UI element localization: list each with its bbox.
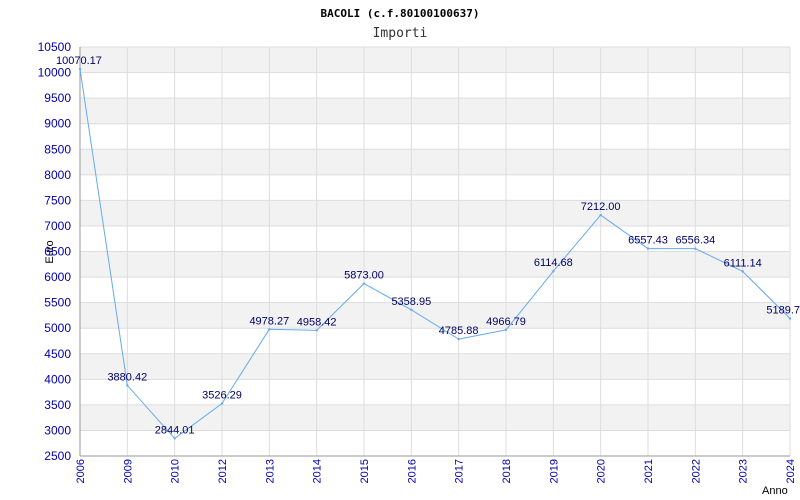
data-label: 5189.7 xyxy=(766,304,800,316)
x-tick-label: 2019 xyxy=(548,459,560,483)
data-point xyxy=(599,213,602,217)
data-label: 6557.43 xyxy=(628,235,668,247)
x-tick-label: 2017 xyxy=(454,459,466,483)
data-label: 4958.42 xyxy=(297,316,337,328)
data-point xyxy=(646,247,650,250)
chart-container: BACOLI (c.f.80100100637) Importi Euro An… xyxy=(0,0,800,500)
data-point xyxy=(552,269,555,273)
y-tick-label: 8000 xyxy=(44,168,71,182)
plot-band xyxy=(80,251,790,278)
data-point xyxy=(173,437,176,440)
data-label: 6111.14 xyxy=(724,257,762,269)
y-tick-label: 7000 xyxy=(44,219,71,233)
data-label: 4785.88 xyxy=(439,325,479,337)
data-point xyxy=(268,328,271,331)
data-label: 4966.79 xyxy=(486,316,526,328)
y-tick-label: 10000 xyxy=(38,66,72,80)
x-tick-label: 2012 xyxy=(217,459,229,483)
y-tick-label: 4500 xyxy=(44,347,71,361)
data-label: 5873.00 xyxy=(344,270,384,282)
data-label: 3880.42 xyxy=(107,371,147,383)
data-point xyxy=(78,67,82,71)
y-tick-label: 3500 xyxy=(44,398,71,412)
x-tick-label: 2015 xyxy=(359,459,371,483)
plot-band xyxy=(80,353,790,380)
x-tick-label: 2021 xyxy=(643,459,655,483)
y-tick-label: 9000 xyxy=(44,117,71,131)
x-tick-label: 2016 xyxy=(406,459,418,483)
data-label: 10070.17 xyxy=(56,55,102,67)
y-tick-label: 5000 xyxy=(44,321,71,335)
y-tick-label: 6500 xyxy=(44,245,71,259)
chart-title: BACOLI (c.f.80100100637) xyxy=(321,7,480,20)
data-point xyxy=(741,270,744,273)
data-point xyxy=(315,329,318,332)
data-point xyxy=(126,384,129,387)
data-point xyxy=(457,337,460,341)
y-tick-label: 4000 xyxy=(44,372,71,386)
y-tick-label: 7500 xyxy=(44,193,71,207)
x-tick-label: 2006 xyxy=(75,459,87,483)
y-tick-label: 5500 xyxy=(44,296,71,310)
data-label: 6556.34 xyxy=(675,235,715,247)
x-tick-label: 2023 xyxy=(738,459,750,483)
data-point xyxy=(788,317,792,320)
x-tick-label: 2013 xyxy=(264,459,276,483)
chart-subtitle: Importi xyxy=(373,26,428,41)
data-label: 5358.95 xyxy=(391,296,431,308)
plot-band xyxy=(80,200,790,226)
y-tick-labels: 2500 3000 3500 4000 4500 5000 5500 6000 6500 7000… xyxy=(38,40,72,463)
y-tick-label: 10500 xyxy=(38,40,72,54)
x-tick-label: 2014 xyxy=(312,459,324,483)
data-label: 6114.68 xyxy=(534,257,573,269)
data-point xyxy=(504,328,508,332)
data-point xyxy=(694,247,697,250)
data-label: 4978.27 xyxy=(249,315,289,327)
data-point xyxy=(410,308,413,312)
data-label: 3526.29 xyxy=(202,390,242,402)
plot-band xyxy=(80,47,790,73)
data-point xyxy=(220,402,224,405)
x-tick-label: 2010 xyxy=(170,459,182,483)
x-tick-label: 2024 xyxy=(785,459,797,483)
x-tick-label: 2022 xyxy=(690,459,702,483)
y-tick-label: 8500 xyxy=(44,142,71,156)
x-tick-label: 2009 xyxy=(122,459,134,483)
data-label: 7212.00 xyxy=(581,201,621,213)
data-label: 2844.01 xyxy=(155,424,195,436)
x-tick-label: 2020 xyxy=(596,459,608,483)
y-tick-label: 6000 xyxy=(44,270,71,284)
x-axis-label: Anno xyxy=(762,485,788,497)
x-tick-label: 2018 xyxy=(501,459,513,483)
y-tick-label: 3000 xyxy=(44,423,71,437)
x-tick-labels: 2006 2009 2010 2012 2013 2014 2015 2016 2017 2018… xyxy=(75,459,797,483)
plot-band xyxy=(80,98,790,124)
data-point xyxy=(362,282,366,285)
plot-band xyxy=(80,149,790,175)
y-tick-label: 2500 xyxy=(44,449,71,463)
y-tick-label: 9500 xyxy=(44,91,71,105)
line-chart: BACOLI (c.f.80100100637) Importi Euro An… xyxy=(38,7,800,497)
